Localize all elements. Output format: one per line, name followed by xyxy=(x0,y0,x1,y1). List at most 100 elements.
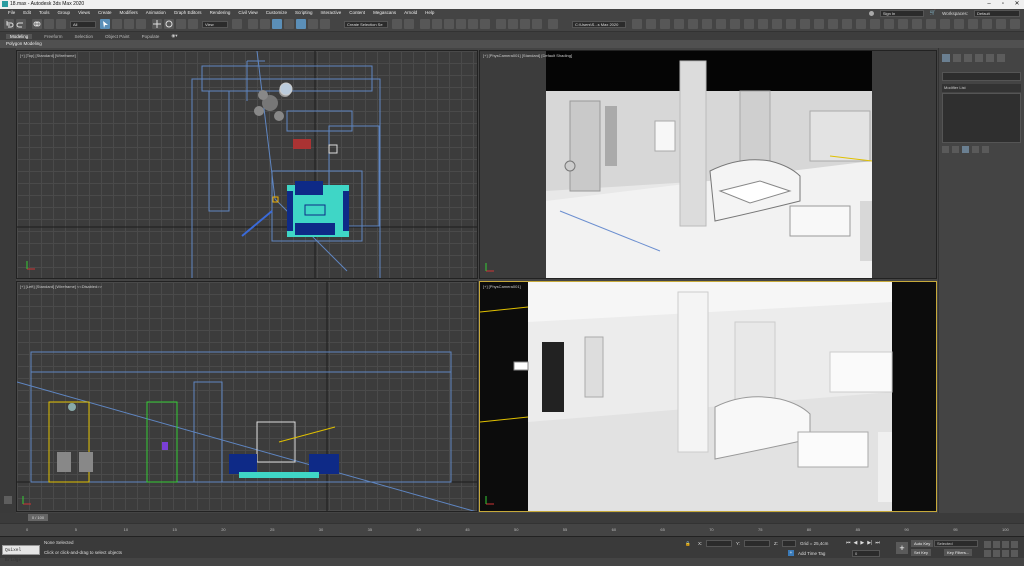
z-coordinate-field[interactable] xyxy=(782,540,796,547)
x-coordinate-field[interactable] xyxy=(706,540,732,547)
undo-icon[interactable] xyxy=(4,19,14,29)
project-folder-icon[interactable] xyxy=(632,19,642,29)
tool-icon-22[interactable] xyxy=(954,19,964,29)
schematic-view-icon[interactable] xyxy=(468,19,478,29)
tool-icon-11[interactable] xyxy=(800,19,810,29)
mirror-icon[interactable] xyxy=(392,19,402,29)
timeline-ruler[interactable]: 0 5 10 15 20 25 30 35 40 45 50 55 60 65 70 75 80 85 90 95 10… xyxy=(0,523,1024,536)
select-object-icon[interactable] xyxy=(100,19,110,29)
viewport-label-camera1[interactable]: [+] [PhysCamera001] [Standard] [Default … xyxy=(483,53,572,58)
percent-snap-icon[interactable] xyxy=(296,19,306,29)
remove-modifier-icon[interactable] xyxy=(972,146,979,153)
utilities-tab-icon[interactable] xyxy=(997,54,1005,62)
tool-icon-10[interactable] xyxy=(786,19,796,29)
select-by-name-icon[interactable] xyxy=(112,19,122,29)
tool-icon-26[interactable] xyxy=(1010,19,1020,29)
menu-civil-view[interactable]: Civil View xyxy=(234,9,261,17)
move-icon[interactable] xyxy=(152,19,162,29)
menu-arnold[interactable]: Arnold xyxy=(400,9,421,17)
tool-icon-5[interactable] xyxy=(716,19,726,29)
maximize-viewport-icon[interactable] xyxy=(1011,550,1018,557)
align-icon[interactable] xyxy=(404,19,414,29)
orbit-icon[interactable] xyxy=(1002,550,1009,557)
viewport-label-left[interactable]: [+] [Left] [Standard] [Wireframe] <<Disa… xyxy=(20,284,102,289)
previous-frame-icon[interactable]: ◀ xyxy=(854,540,858,546)
y-coordinate-field[interactable] xyxy=(744,540,770,547)
zoom-icon[interactable] xyxy=(984,541,991,548)
key-filters-button[interactable]: Key Filters... xyxy=(944,549,973,556)
link-icon[interactable] xyxy=(32,19,42,29)
tool-icon-17[interactable] xyxy=(884,19,894,29)
curve-editor-icon[interactable] xyxy=(456,19,466,29)
tool-icon-13[interactable] xyxy=(828,19,838,29)
close-icon[interactable]: ✕ xyxy=(1010,0,1024,9)
tool-icon-7[interactable] xyxy=(744,19,754,29)
tool-icon-3[interactable] xyxy=(674,19,684,29)
rendered-frame-icon[interactable] xyxy=(508,19,518,29)
tool-icon-12[interactable] xyxy=(814,19,824,29)
menu-customize[interactable]: Customize xyxy=(262,9,291,17)
tool-icon-15[interactable] xyxy=(856,19,866,29)
object-name-field[interactable] xyxy=(942,72,1021,81)
window-crossing-icon[interactable] xyxy=(136,19,146,29)
render-cloud-icon[interactable] xyxy=(532,19,542,29)
menu-tools[interactable]: Tools xyxy=(35,9,54,17)
scale-icon[interactable] xyxy=(176,19,186,29)
angle-snap-icon[interactable] xyxy=(284,19,294,29)
cloud-icon[interactable] xyxy=(688,19,698,29)
hierarchy-tab-icon[interactable] xyxy=(964,54,972,62)
show-end-result-icon[interactable] xyxy=(952,146,959,153)
key-filter-selected-dropdown[interactable]: Selected xyxy=(934,540,978,547)
menu-interactive[interactable]: Interactive xyxy=(317,9,346,17)
minimize-icon[interactable]: – xyxy=(982,0,996,9)
ribbon-options-icon[interactable]: ◉▾ xyxy=(171,33,177,39)
pivot-icon[interactable] xyxy=(232,19,242,29)
make-unique-icon[interactable] xyxy=(962,146,969,153)
bind-spacewarp-icon[interactable] xyxy=(56,19,66,29)
tool-icon-1[interactable] xyxy=(646,19,656,29)
menu-megascans[interactable]: Megascans xyxy=(369,9,400,17)
tool-icon-24[interactable] xyxy=(982,19,992,29)
menu-content[interactable]: Content xyxy=(345,9,369,17)
modify-tab-icon[interactable] xyxy=(953,54,961,62)
set-key-button[interactable]: Set Key xyxy=(911,549,932,556)
menu-modifiers[interactable]: Modifiers xyxy=(116,9,142,17)
lock-icon[interactable]: 🔒 xyxy=(685,541,691,547)
polygon-modeling-label[interactable]: Polygon Modeling xyxy=(6,41,42,46)
material-editor-icon[interactable] xyxy=(480,19,490,29)
tool-icon-16[interactable] xyxy=(870,19,880,29)
zoom-extents-icon[interactable] xyxy=(1002,541,1009,548)
tool-icon-23[interactable] xyxy=(968,19,978,29)
project-path-field[interactable]: C:\Users\S...s Max 2020 xyxy=(572,21,626,28)
tool-icon-21[interactable] xyxy=(940,19,950,29)
viewport-left[interactable]: [+] [Left] [Standard] [Wireframe] <<Disa… xyxy=(16,281,478,512)
redo-icon[interactable] xyxy=(16,19,26,29)
select-manipulate-icon[interactable] xyxy=(248,19,258,29)
menu-graph-editors[interactable]: Graph Editors xyxy=(170,9,206,17)
viewport-label-camera2[interactable]: [+] [PhysCamera001] xyxy=(483,284,521,289)
keyboard-shortcut-icon[interactable] xyxy=(260,19,270,29)
place-icon[interactable] xyxy=(188,19,198,29)
render-setup-icon[interactable] xyxy=(496,19,506,29)
menu-views[interactable]: Views xyxy=(74,9,94,17)
layer-explorer-icon[interactable] xyxy=(432,19,442,29)
go-to-start-icon[interactable]: ⏮ xyxy=(846,540,851,546)
viewport-layouts-icon[interactable] xyxy=(4,496,12,504)
create-tab-icon[interactable] xyxy=(942,54,950,62)
tool-icon-6[interactable] xyxy=(730,19,740,29)
unlink-icon[interactable] xyxy=(44,19,54,29)
current-frame-field[interactable]: 0 xyxy=(852,550,880,557)
tool-icon-8[interactable] xyxy=(758,19,768,29)
scene-explorer-icon[interactable] xyxy=(420,19,430,29)
tool-icon-9[interactable] xyxy=(772,19,782,29)
next-frame-icon[interactable]: ▶| xyxy=(867,540,872,546)
menu-help[interactable]: Help xyxy=(421,9,438,17)
auto-key-button[interactable]: Auto Key xyxy=(911,540,934,547)
viewport-top[interactable]: [+] [Top] [Standard] [Wireframe] xyxy=(16,50,478,279)
zoom-extents-all-icon[interactable] xyxy=(1011,541,1018,548)
menu-rendering[interactable]: Rendering xyxy=(206,9,235,17)
tab-modeling[interactable]: Modeling xyxy=(6,33,33,39)
go-to-end-icon[interactable]: ⏭ xyxy=(875,540,880,546)
add-time-tag-icon[interactable]: + xyxy=(788,550,794,556)
menu-animation[interactable]: Animation xyxy=(142,9,170,17)
